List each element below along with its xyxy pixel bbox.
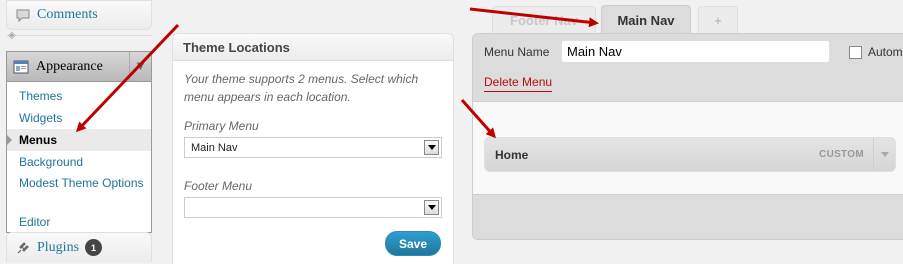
admin-menu: Comments ◈ Appearance ▼ Themes Widgets M… [0, 0, 153, 264]
theme-locations-title: Theme Locations [173, 34, 453, 61]
save-button[interactable]: Save [385, 231, 441, 256]
menu-appearance-header[interactable]: Appearance ▼ [7, 52, 151, 82]
theme-locations-description: Your theme supports 2 menus. Select whic… [184, 72, 419, 104]
submenu-item-theme-options[interactable]: Modest Theme Options [7, 173, 151, 211]
menu-appearance: Appearance ▼ Themes Widgets Menus Backgr… [6, 51, 152, 233]
appearance-icon [13, 59, 29, 75]
menu-toggle-icon[interactable]: ▼ [129, 52, 151, 81]
menu-plugins-label: Plugins [37, 239, 80, 255]
footer-menu-select[interactable] [184, 197, 442, 218]
menu-item-home[interactable]: Home CUSTOM [484, 137, 896, 172]
appearance-submenu: Themes Widgets Menus Background Modest T… [6, 82, 151, 233]
auto-add-label: Automatically add new top-level pages [868, 45, 903, 59]
footer-menu-label: Footer Menu [184, 179, 253, 193]
menu-editor-header: Menu Name Main Nav Automatically add new… [473, 34, 903, 102]
collapse-icon: ◈ [8, 30, 16, 41]
submenu-item-themes[interactable]: Themes [7, 85, 151, 107]
tab-main-nav[interactable]: Main Nav [601, 5, 691, 34]
menu-appearance-label: Appearance [36, 58, 103, 74]
menu-editor: Menu Name Main Nav Automatically add new… [472, 33, 903, 240]
theme-locations-box: Theme Locations Your theme supports 2 me… [172, 33, 454, 264]
menu-comments[interactable]: Comments [6, 0, 152, 30]
menu-editor-footer [473, 194, 903, 239]
tab-add-menu[interactable]: + [698, 6, 738, 34]
menu-separator[interactable]: ◈ [6, 30, 152, 45]
submenu-item-widgets[interactable]: Widgets [7, 107, 151, 129]
speech-bubble-icon [15, 7, 31, 23]
update-count-badge: 1 [85, 239, 103, 256]
primary-menu-label: Primary Menu [184, 119, 259, 133]
menu-item-type: CUSTOM [819, 149, 864, 160]
primary-menu-select[interactable]: Main Nav [184, 137, 442, 158]
menu-item-title: Home [495, 147, 529, 162]
menu-plugins[interactable]: Plugins 1 [6, 232, 152, 262]
menu-comments-label: Comments [37, 7, 98, 22]
menu-name-label: Menu Name [484, 45, 550, 59]
menu-name-input[interactable]: Main Nav [561, 40, 830, 63]
expand-arrow-icon[interactable] [873, 138, 895, 171]
auto-add-checkbox[interactable] [849, 45, 862, 59]
delete-menu-link[interactable]: Delete Menu [484, 75, 553, 92]
auto-add-option[interactable]: Automatically add new top-level pages [849, 45, 903, 59]
primary-menu-value: Main Nav [191, 141, 238, 154]
submenu-item-menus[interactable]: Menus [6, 129, 151, 151]
submenu-item-background[interactable]: Background [7, 151, 151, 173]
tab-footer-nav[interactable]: Footer Nav [492, 6, 596, 34]
dropdown-arrow-icon[interactable] [424, 140, 439, 155]
dropdown-arrow-icon[interactable] [424, 200, 439, 215]
plug-icon [15, 240, 31, 256]
submenu-item-editor[interactable]: Editor [7, 211, 151, 233]
